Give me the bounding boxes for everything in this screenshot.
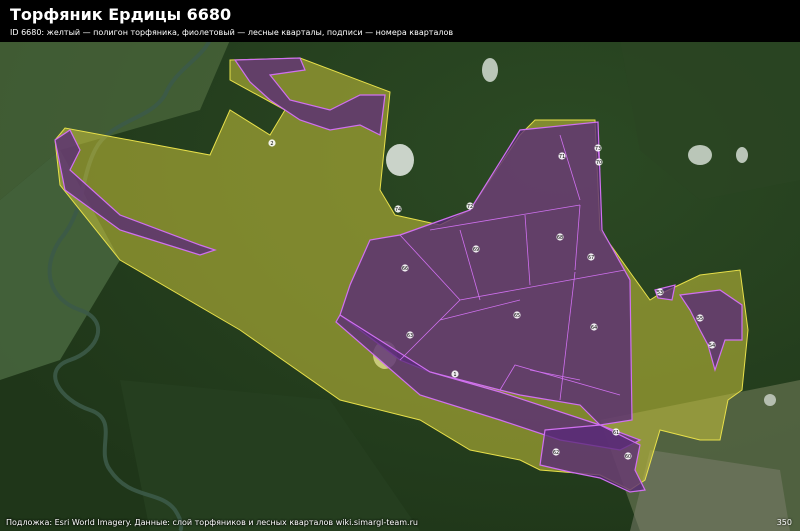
quarter-label: 74 xyxy=(395,207,401,213)
quarter-label: 62 xyxy=(553,450,559,456)
quarter-label: 67 xyxy=(588,255,594,261)
quarter-label: 66 xyxy=(402,266,408,272)
map-subtitle: ID 6680: желтый — полигон торфяника, фио… xyxy=(10,28,454,37)
quarter-label: 64 xyxy=(591,325,597,331)
scale-label: 350 xyxy=(776,518,792,527)
quarter-label: 1 xyxy=(453,372,456,378)
quarter-label: 63 xyxy=(407,333,413,339)
quarter-label: 73 xyxy=(595,146,601,152)
quarter-label: 71 xyxy=(559,154,565,160)
quarter-label: 60 xyxy=(625,454,631,460)
quarter-label: 53 xyxy=(657,290,663,296)
quarter-label: 69 xyxy=(473,247,479,253)
quarter-label: 61 xyxy=(613,430,619,436)
attribution: Подложка: Esri World Imagery. Данные: сл… xyxy=(6,518,418,527)
title-bar: Торфяник Ердицы 6680 ID 6680: желтый — п… xyxy=(0,0,800,42)
quarter-label: 72 xyxy=(467,204,473,210)
quarter-label: 55 xyxy=(697,316,703,322)
satellite-basemap: 2 1 72 73 71 70 74 69 68 67 66 65 64 63 62 61 60 55 54 53 xyxy=(0,0,800,531)
quarter-label: 65 xyxy=(514,313,520,319)
quarter-label: 68 xyxy=(557,235,563,241)
quarter-label: 54 xyxy=(709,343,715,349)
map-view[interactable]: 2 1 72 73 71 70 74 69 68 67 66 65 64 63 62 61 60 55 54 53 Т… xyxy=(0,0,800,531)
quarter-label: 70 xyxy=(596,160,602,166)
map-title: Торфяник Ердицы 6680 xyxy=(10,5,232,24)
quarter-label: 2 xyxy=(270,141,273,147)
